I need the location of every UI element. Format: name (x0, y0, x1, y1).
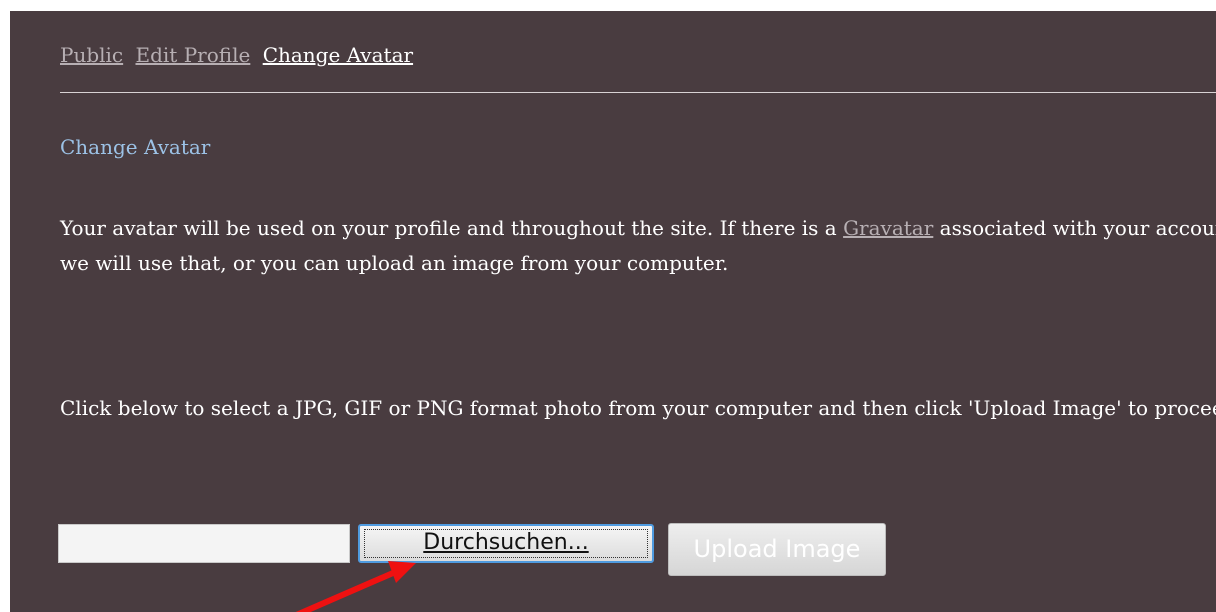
file-path-field[interactable] (58, 524, 350, 563)
divider (60, 92, 1216, 93)
tab-public[interactable]: Public (60, 43, 123, 67)
browse-button[interactable]: Durchsuchen... (358, 524, 654, 563)
upload-image-button[interactable]: Upload Image (668, 523, 886, 576)
avatar-settings-panel: Public Edit Profile Change Avatar Change… (10, 11, 1216, 612)
browse-button-label: Durchsuchen... (423, 530, 589, 555)
avatar-description: Your avatar will be used on your profile… (60, 211, 1216, 281)
gravatar-link[interactable]: Gravatar (843, 216, 933, 240)
section-title: Change Avatar (60, 135, 211, 159)
tab-edit-profile[interactable]: Edit Profile (136, 43, 251, 67)
upload-instructions: Click below to select a JPG, GIF or PNG … (60, 396, 1216, 420)
tab-change-avatar[interactable]: Change Avatar (263, 43, 413, 67)
profile-tabs: Public Edit Profile Change Avatar (60, 43, 419, 67)
description-text-start: Your avatar will be used on your profile… (60, 216, 844, 240)
red-arrow-icon (295, 561, 416, 612)
